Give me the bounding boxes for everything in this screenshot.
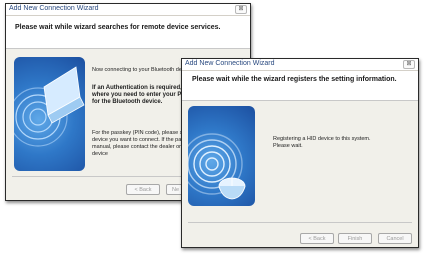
- wizard-header: Please wait while the wizard registers t…: [182, 71, 418, 101]
- finish-button[interactable]: Finish: [338, 233, 372, 244]
- back-button[interactable]: < Back: [300, 233, 334, 244]
- cancel-button[interactable]: Cancel: [378, 233, 412, 244]
- title-bar[interactable]: Add New Connection Wizard ⊠: [6, 4, 250, 16]
- wizard-header: Please wait while wizard searches for re…: [6, 16, 250, 49]
- passkey-text-line-2: device you want to connect. If the passk: [92, 137, 190, 143]
- connecting-text: Now connecting to your Bluetooth device: [92, 67, 192, 73]
- title-bar[interactable]: Add New Connection Wizard ⊠: [182, 59, 418, 71]
- laptop-illustration-icon: [14, 66, 85, 147]
- footer-divider: [188, 222, 412, 223]
- close-icon[interactable]: ⊠: [403, 60, 415, 69]
- back-button[interactable]: < Back: [126, 184, 160, 195]
- hid-illustration-panel: [188, 106, 255, 206]
- bluetooth-illustration-panel: [14, 57, 85, 171]
- header-text: Please wait while wizard searches for re…: [15, 24, 221, 31]
- close-icon[interactable]: ⊠: [235, 5, 247, 14]
- register-settings-wizard-window: Add New Connection Wizard ⊠ Please wait …: [181, 58, 419, 248]
- window-title: Add New Connection Wizard: [9, 5, 99, 12]
- status-text-line-1: Registering a HID device to this system.: [273, 136, 371, 142]
- header-text: Please wait while the wizard registers t…: [192, 76, 397, 83]
- window-title: Add New Connection Wizard: [185, 60, 275, 67]
- auth-text-line-2: where you need to enter your Pa: [92, 92, 185, 98]
- mouse-illustration-icon: [188, 133, 246, 200]
- passkey-text-line-4: device: [92, 151, 108, 157]
- passkey-text-line-1: For the passkey (PIN code), please see: [92, 130, 189, 136]
- passkey-text-line-3: manual, please contact the dealer or th: [92, 144, 188, 150]
- auth-text-line-1: If an Authentication is required, a: [92, 85, 187, 91]
- auth-text-line-3: for the Bluetooth device.: [92, 99, 163, 105]
- status-text-line-2: Please wait.: [273, 143, 303, 149]
